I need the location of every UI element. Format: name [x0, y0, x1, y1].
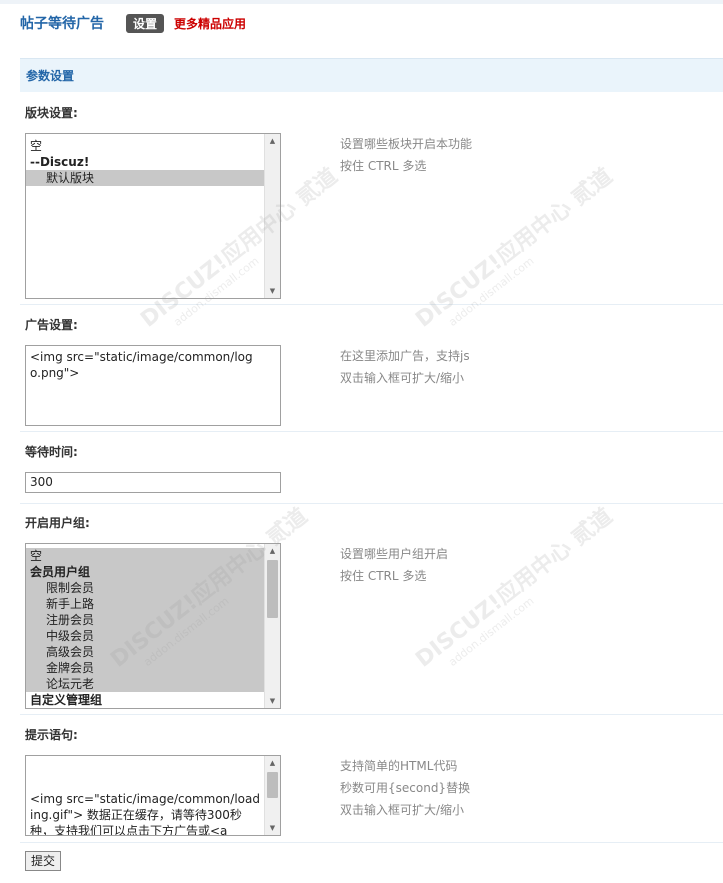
prompt-tip-line1: 支持简单的HTML代码 [340, 759, 458, 773]
forum-setting-label: 版块设置: [25, 106, 78, 120]
wait-time-input[interactable]: 300 [25, 472, 281, 493]
row-divider [20, 714, 723, 715]
scroll-down-icon[interactable]: ▼ [265, 694, 280, 708]
top-border [0, 0, 723, 4]
page-header: 帖子等待广告 设置 更多精品应用 [20, 12, 246, 34]
select-option[interactable]: 空 [26, 138, 264, 154]
select-option[interactable]: 注册会员 [26, 612, 264, 628]
prompt-tip-line3: 双击输入框可扩大/缩小 [340, 803, 465, 817]
submit-button[interactable]: 提交 [25, 851, 62, 871]
select-option[interactable]: 新手上路 [26, 596, 264, 612]
select-option[interactable]: 中级会员 [26, 628, 264, 644]
prompt-scrollbar[interactable]: ▲ ▼ [264, 756, 280, 835]
select-option[interactable]: 金牌会员 [26, 660, 264, 676]
ad-tip-line2: 双击输入框可扩大/缩小 [340, 371, 465, 385]
forum-setting-tip: 设置哪些板块开启本功能 按住 CTRL 多选 [340, 133, 472, 177]
wait-time-label: 等待时间: [25, 445, 78, 459]
ad-setting-label: 广告设置: [25, 318, 78, 332]
prompt-value: <img src="static/image/common/loading.gi… [30, 792, 260, 836]
prompt-textarea[interactable]: <img src="static/image/common/loading.gi… [25, 755, 281, 836]
row-divider [20, 842, 723, 843]
user-groups-multiselect[interactable]: 空会员用户组 限制会员 新手上路 注册会员 中级会员 高级会员 金牌会员 论坛元老 自定义管理组… [25, 543, 281, 709]
select-option[interactable]: 限制会员 [26, 580, 264, 596]
ad-setting-textarea[interactable]: <img src="static/image/common/logo.png"> [25, 345, 281, 426]
section-header: 参数设置 [20, 58, 723, 92]
tab-settings[interactable]: 设置 [126, 13, 165, 33]
select-option[interactable]: 会员用户组 [26, 564, 264, 580]
select-option[interactable]: 自定义管理组 [26, 692, 264, 708]
ad-setting-value: <img src="static/image/common/logo.png"> [30, 350, 253, 380]
scroll-up-icon[interactable]: ▲ [265, 544, 280, 558]
scroll-down-icon[interactable]: ▼ [265, 284, 280, 298]
forum-tip-line1: 设置哪些板块开启本功能 [340, 137, 473, 151]
row-divider [20, 431, 723, 432]
scroll-up-icon[interactable]: ▲ [265, 134, 280, 148]
ad-tip-line1: 在这里添加广告，支持js [340, 349, 470, 363]
ad-setting-tip: 在这里添加广告，支持js 双击输入框可扩大/缩小 [340, 345, 470, 389]
more-apps-link[interactable]: 更多精品应用 [174, 15, 246, 32]
user-groups-label: 开启用户组: [25, 516, 90, 530]
forum-multiselect[interactable]: 空 --Discuz! 默认版块 ▲ ▼ [25, 133, 281, 299]
select-option[interactable]: --Discuz! [26, 154, 264, 170]
user-groups-scrollbar[interactable]: ▲ ▼ [264, 544, 280, 708]
scroll-up-icon[interactable]: ▲ [265, 756, 280, 770]
watermark: DISCUZ!应用中心 贰道addon.dismall.com [411, 163, 618, 333]
user-group-options: 空会员用户组 限制会员 新手上路 注册会员 中级会员 高级会员 金牌会员 论坛元老 自定义管理组 [26, 548, 264, 708]
row-divider [20, 304, 723, 305]
select-option[interactable]: 空 [26, 548, 264, 564]
app-title: 帖子等待广告 [20, 16, 104, 32]
select-option[interactable]: 默认版块 [26, 170, 264, 186]
prompt-tip: 支持简单的HTML代码 秒数可用{second}替换 双击输入框可扩大/缩小 [340, 755, 470, 821]
prompt-label: 提示语句: [25, 728, 78, 742]
forum-options: 空 --Discuz! 默认版块 [26, 138, 264, 186]
scroll-down-icon[interactable]: ▼ [265, 821, 280, 835]
forum-select-scrollbar[interactable]: ▲ ▼ [264, 134, 280, 298]
groups-tip-line2: 按住 CTRL 多选 [340, 569, 427, 583]
scroll-thumb[interactable] [267, 560, 278, 618]
select-option[interactable]: 高级会员 [26, 644, 264, 660]
scroll-thumb[interactable] [267, 772, 278, 798]
section-title: 参数设置 [26, 69, 75, 83]
user-groups-tip: 设置哪些用户组开启 按住 CTRL 多选 [340, 543, 448, 587]
select-option[interactable]: 论坛元老 [26, 676, 264, 692]
prompt-tip-line2: 秒数可用{second}替换 [340, 781, 471, 795]
groups-tip-line1: 设置哪些用户组开启 [340, 547, 449, 561]
row-divider [20, 503, 723, 504]
forum-tip-line2: 按住 CTRL 多选 [340, 159, 427, 173]
